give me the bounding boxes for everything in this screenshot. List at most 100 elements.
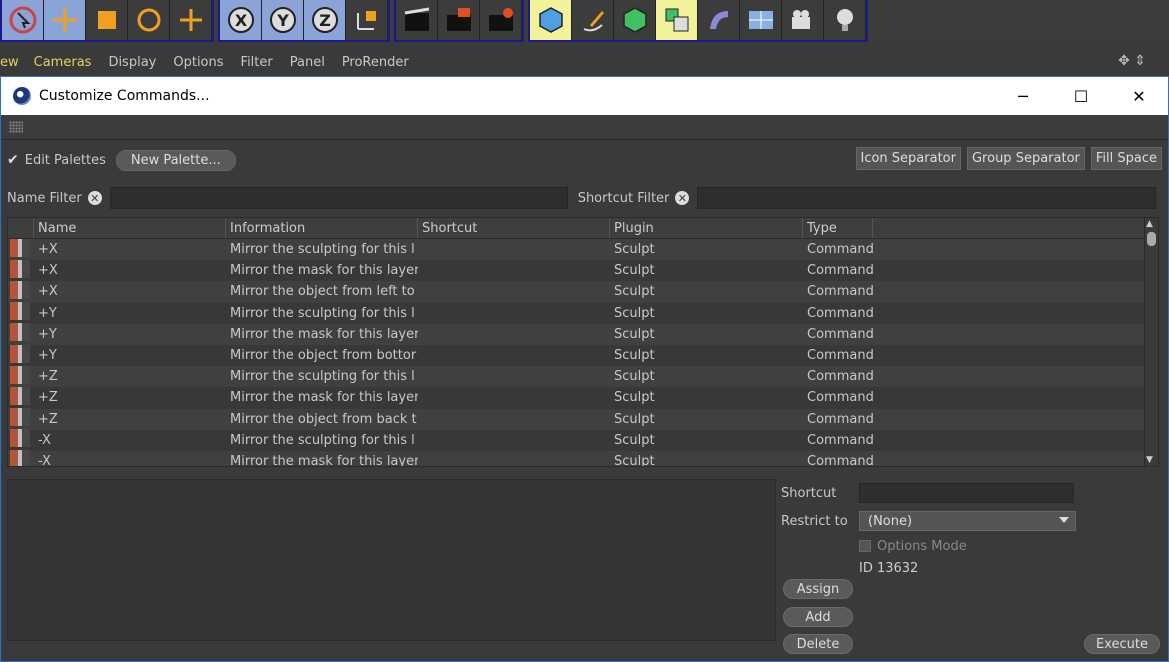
execute-button[interactable]: Execute — [1084, 634, 1160, 654]
new-palette-button[interactable]: New Palette... — [115, 149, 236, 171]
options-mode-label: Options Mode — [877, 538, 967, 554]
rotate-tool-icon[interactable] — [128, 0, 170, 40]
shortcut-filter-input[interactable] — [697, 187, 1157, 209]
dialog-title: Customize Commands... — [39, 88, 210, 104]
cell-name: +X — [38, 263, 58, 279]
table-scrollbar[interactable]: ▲ ▼ — [1144, 218, 1158, 466]
header-icon-col — [8, 218, 34, 238]
menu-item-panel[interactable]: Panel — [290, 55, 325, 70]
cell-plugin: Sculpt — [614, 305, 655, 321]
recent-tool-icon[interactable] — [170, 0, 212, 40]
array-generator-icon[interactable] — [656, 0, 698, 40]
cube-object-icon[interactable] — [530, 0, 572, 40]
shortcut-input[interactable] — [859, 483, 1074, 503]
table-row[interactable]: +Z Mirror the mask for this layer Sculpt Co… — [8, 386, 1158, 409]
table-body: +X Mirror the sculpting for this l Sculpt C… — [8, 238, 1158, 467]
clear-name-filter-icon[interactable]: ✕ — [87, 191, 102, 205]
table-row[interactable]: +X Mirror the mask for this layer Sculpt Co… — [8, 259, 1158, 282]
cell-name: +X — [38, 284, 58, 300]
dialog-grip-bar — [1, 115, 1168, 140]
edit-palettes-checkmark-icon[interactable]: ✔ — [7, 152, 19, 168]
delete-button[interactable]: Delete — [783, 634, 853, 654]
svg-text:X: X — [234, 11, 247, 30]
menu-item-prorender[interactable]: ProRender — [342, 55, 409, 70]
select-tool-icon[interactable] — [2, 0, 44, 40]
maximize-button[interactable]: ☐ — [1052, 77, 1110, 115]
table-row[interactable]: +Z Mirror the object from back t Sculpt Com… — [8, 408, 1158, 430]
main-toolbar: X Y Z — [0, 0, 1169, 42]
view-navigation-icon[interactable]: ✥ ⇕ — [1118, 53, 1146, 69]
cell-plugin: Sculpt — [614, 390, 655, 406]
grip-handle-icon[interactable] — [9, 121, 23, 133]
light-object-icon[interactable] — [824, 0, 866, 40]
table-row[interactable]: -X Mirror the mask for this layer Sculpt Co… — [8, 450, 1158, 467]
table-row[interactable]: +Z Mirror the sculpting for this l Sculpt C… — [8, 365, 1158, 388]
command-icon — [8, 365, 34, 388]
table-row[interactable]: +Y Mirror the object from bottor Sculpt Com… — [8, 344, 1158, 367]
cell-type: Command — [807, 453, 873, 467]
render-view-icon[interactable] — [396, 0, 438, 40]
header-name[interactable]: Name — [34, 218, 226, 238]
cell-name: +Y — [38, 305, 57, 321]
mirror-command-icon — [10, 238, 30, 257]
x-axis-icon[interactable]: X — [220, 0, 262, 40]
table-row[interactable]: +X Mirror the sculpting for this l Sculpt C… — [8, 238, 1158, 261]
pen-spline-icon[interactable] — [572, 0, 614, 40]
header-type[interactable]: Type — [803, 218, 873, 238]
menu-item-cameras[interactable]: Cameras — [34, 55, 92, 70]
cell-information: Mirror the object from back t — [230, 411, 417, 427]
cell-information: Mirror the mask for this layer — [230, 390, 418, 406]
table-row[interactable]: +X Mirror the object from left to Sculpt Co… — [8, 280, 1158, 303]
render-picture-viewer-icon[interactable] — [438, 0, 480, 40]
cell-type: Command — [807, 305, 873, 321]
edit-palettes-label[interactable]: Edit Palettes — [25, 153, 106, 168]
cell-information: Mirror the object from left to — [230, 284, 415, 300]
assign-button[interactable]: Assign — [783, 579, 853, 599]
header-plugin[interactable]: Plugin — [610, 218, 803, 238]
mirror-command-icon — [10, 259, 30, 278]
fill-space-button[interactable]: Fill Space — [1090, 147, 1162, 170]
toolbar-group-tools — [0, 0, 214, 42]
scroll-down-icon[interactable]: ▼ — [1146, 455, 1153, 465]
y-axis-icon[interactable]: Y — [262, 0, 304, 40]
cell-information: Mirror the mask for this layer — [230, 453, 418, 467]
table-row[interactable]: +Y Mirror the sculpting for this l Sculpt C… — [8, 302, 1158, 324]
floor-object-icon[interactable] — [740, 0, 782, 40]
menu-item-display[interactable]: Display — [108, 55, 156, 70]
header-information[interactable]: Information — [226, 218, 418, 238]
menu-item[interactable]: ew — [0, 55, 19, 70]
menu-item-options[interactable]: Options — [173, 55, 223, 70]
add-button[interactable]: Add — [783, 607, 853, 627]
options-mode-checkbox[interactable] — [859, 540, 871, 552]
icon-separator-button[interactable]: Icon Separator — [855, 147, 961, 170]
cell-plugin: Sculpt — [614, 263, 655, 279]
cell-information: Mirror the object from bottor — [230, 348, 417, 364]
z-axis-icon[interactable]: Z — [304, 0, 346, 40]
minimize-button[interactable]: ─ — [994, 77, 1052, 115]
cell-type: Command — [807, 411, 873, 427]
chevron-down-icon — [1059, 517, 1069, 523]
cell-name: -X — [38, 453, 51, 467]
scroll-thumb[interactable] — [1147, 232, 1156, 246]
name-filter-input[interactable] — [109, 187, 568, 209]
scale-tool-icon[interactable] — [86, 0, 128, 40]
table-row[interactable]: +Y Mirror the mask for this layer Sculpt Co… — [8, 323, 1158, 345]
table-row[interactable]: -X Mirror the sculpting for this l Sculpt C… — [8, 429, 1158, 451]
render-settings-icon[interactable] — [480, 0, 522, 40]
subdivision-surface-icon[interactable] — [614, 0, 656, 40]
toolbar-group-objects — [528, 0, 868, 42]
restrict-to-select[interactable]: (None) — [859, 511, 1076, 531]
header-shortcut[interactable]: Shortcut — [418, 218, 610, 238]
cell-plugin: Sculpt — [614, 348, 655, 364]
clear-shortcut-filter-icon[interactable]: ✕ — [675, 191, 690, 205]
group-separator-button[interactable]: Group Separator — [966, 147, 1085, 170]
cell-type: Command — [807, 242, 873, 258]
close-button[interactable]: ✕ — [1110, 77, 1168, 115]
restrict-to-value: (None) — [868, 513, 913, 529]
deformer-icon[interactable] — [698, 0, 740, 40]
coordinate-system-icon[interactable] — [346, 0, 388, 40]
scroll-up-icon[interactable]: ▲ — [1146, 219, 1153, 229]
move-tool-icon[interactable] — [44, 0, 86, 40]
menu-item-filter[interactable]: Filter — [241, 55, 273, 70]
camera-object-icon[interactable] — [782, 0, 824, 40]
